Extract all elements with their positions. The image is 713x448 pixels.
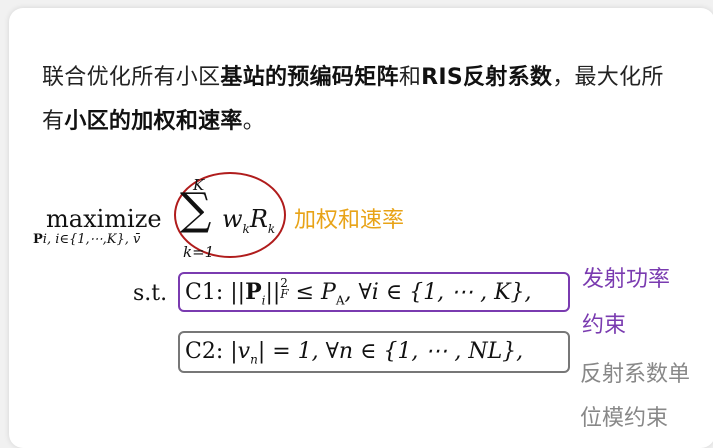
maximize-subscript: Pi, i∈{1,⋯,K}, v̄ bbox=[33, 232, 140, 247]
c1-P: P bbox=[245, 279, 262, 305]
sum-symbol: ∑ bbox=[180, 184, 212, 235]
c1-sub-A: A bbox=[335, 293, 345, 308]
c2-abs-v: |v bbox=[230, 339, 251, 364]
bold-text-weighted-sum-rate: 小区的加权和速率 bbox=[64, 109, 243, 134]
c1-annotation-line1: 发射功率 bbox=[582, 267, 671, 292]
c2-eq: | = 1, ∀n ∈ {1, ⋯ , NL}, bbox=[257, 339, 524, 364]
sum-lower-limit: k=1 bbox=[183, 243, 215, 261]
bold-text-precoding: 基站的预编码矩阵 bbox=[220, 65, 399, 90]
obj-sub-k: k bbox=[267, 221, 276, 236]
text-segment: 和 bbox=[398, 65, 422, 90]
c1-norm-close: || bbox=[265, 280, 281, 305]
c2-label: C2: bbox=[185, 339, 224, 364]
obj-R: R bbox=[249, 205, 268, 233]
c1-leq: ≤ bbox=[288, 280, 322, 305]
obj-w: w bbox=[222, 205, 243, 233]
objective-expression: wkRk bbox=[222, 205, 275, 236]
c1-constraint: C1: ||Pi|| 2 F ≤ PA, ∀i ∈ {1, ⋯ , K}, bbox=[185, 277, 532, 308]
bold-text-ris: RIS反射系数 bbox=[421, 65, 553, 90]
max-sub-P: P bbox=[33, 232, 43, 247]
c1-sub-F: F bbox=[280, 287, 289, 301]
c2-annotation-line2: 位模约束 bbox=[580, 406, 669, 431]
maximize-word: maximize bbox=[46, 205, 162, 233]
obj-sub-k: k bbox=[242, 221, 250, 236]
max-sub-rest: i, i∈{1,⋯,K}, v̄ bbox=[42, 232, 141, 247]
c1-norm-open: || bbox=[230, 280, 246, 305]
c1-PA: P bbox=[321, 280, 336, 305]
c2-annotation-line1: 反射系数单 bbox=[580, 362, 691, 387]
c1-forall: , ∀i ∈ {1, ⋯ , K}, bbox=[344, 280, 532, 305]
text-segment: 联合优化所有小区 bbox=[42, 65, 221, 90]
objective-annotation: 加权和速率 bbox=[294, 208, 405, 233]
c1-label: C1: bbox=[185, 280, 224, 305]
description-paragraph: 联合优化所有小区基站的预编码矩阵和RIS反射系数，最大化所有小区的加权和速率。 bbox=[42, 56, 682, 144]
c2-constraint: C2: |vn| = 1, ∀n ∈ {1, ⋯ , NL}, bbox=[185, 339, 523, 366]
subject-to-label: s.t. bbox=[133, 281, 168, 306]
c1-annotation-line2: 约束 bbox=[582, 313, 627, 338]
c2-sub-n: n bbox=[250, 352, 258, 367]
text-segment: 。 bbox=[242, 109, 266, 134]
